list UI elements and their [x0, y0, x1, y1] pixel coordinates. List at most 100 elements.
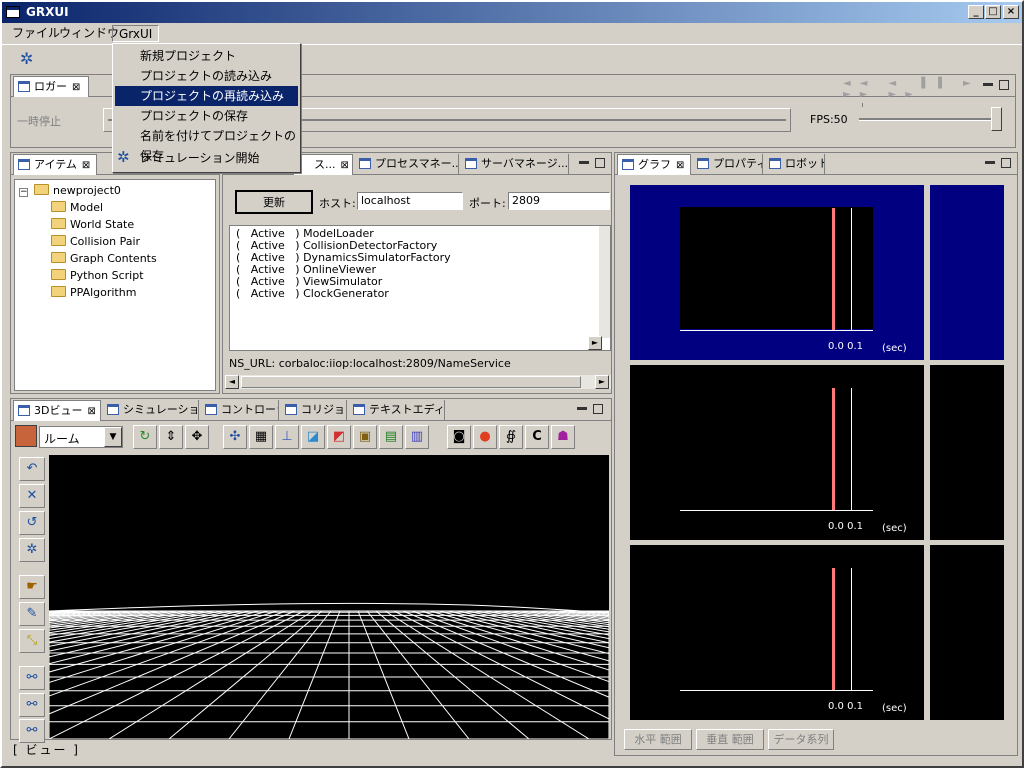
coordinates-icon[interactable]: ⊥	[275, 425, 299, 449]
color-icon[interactable]: ▥	[405, 425, 429, 449]
tree-item-ppalgorithm[interactable]: PPAlgorithm	[51, 284, 136, 301]
tree-item-python-script[interactable]: Python Script	[51, 267, 144, 284]
undo-icon[interactable]: ↶	[19, 457, 45, 481]
host-input[interactable]: localhost	[357, 192, 463, 210]
close-tab-icon[interactable]: ⊠	[87, 406, 95, 417]
minimize-panel-icon[interactable]	[577, 407, 587, 410]
tree-root[interactable]: − newproject0	[19, 182, 121, 199]
tree-item-graph-contents[interactable]: Graph Contents	[51, 250, 157, 267]
joint-icon[interactable]: ∯	[499, 425, 523, 449]
move-icon[interactable]: ✕	[19, 484, 45, 508]
tab-3d-view[interactable]: 3Dビュー ⊠	[13, 400, 101, 421]
rotate-view-icon[interactable]: ↻	[133, 425, 157, 449]
resize-icon[interactable]: ⤡	[19, 629, 45, 653]
close-tab-icon[interactable]: ⊠	[676, 160, 684, 171]
pause-label[interactable]: 一時停止	[17, 113, 61, 129]
collapse-icon[interactable]: −	[19, 188, 28, 197]
tab-robot[interactable]: ロボット	[765, 154, 825, 174]
data-series-button[interactable]: データ系列	[768, 729, 834, 750]
port-input[interactable]: 2809	[508, 192, 610, 210]
close-tab-icon[interactable]: ⊠	[72, 82, 80, 93]
side-view-icon[interactable]: ◩	[327, 425, 351, 449]
tab-server-manager[interactable]: サーバマネージ...	[461, 154, 569, 174]
maximize-button[interactable]: □	[985, 5, 1001, 19]
graph-2-legend[interactable]	[930, 365, 1004, 540]
minimize-panel-icon[interactable]	[985, 161, 995, 164]
menu-item-new-project[interactable]: 新規プロジェクト	[115, 46, 298, 66]
record-icon[interactable]: ●	[473, 425, 497, 449]
menu-item-start-simulation[interactable]: シミュレーション開始	[115, 148, 298, 168]
tab-collision[interactable]: コリジョン	[281, 400, 347, 420]
chevron-down-icon[interactable]: ▼	[104, 427, 122, 447]
tab-simulation[interactable]: シミュレーション	[103, 400, 199, 420]
tab-graph[interactable]: グラフ ⊠	[617, 154, 691, 175]
maximize-panel-icon[interactable]	[595, 158, 605, 168]
list-item[interactable]: ( Active ) ClockGenerator	[236, 288, 389, 300]
close-tab-icon[interactable]: ⊠	[82, 160, 90, 171]
menu-item-load-project[interactable]: プロジェクトの読み込み	[115, 66, 298, 86]
horizontal-range-button[interactable]: 水平 範囲	[624, 729, 692, 750]
minimize-panel-icon[interactable]	[983, 83, 993, 86]
floor-grid-icon[interactable]: ▦	[249, 425, 273, 449]
tab-text-editor[interactable]: テキストエディタ	[349, 400, 445, 420]
axis-icon[interactable]: ✣	[223, 425, 247, 449]
host-label: ホスト:	[319, 197, 356, 210]
wireframe-icon[interactable]: ▤	[379, 425, 403, 449]
zoom-view-icon[interactable]: ⇕	[159, 425, 183, 449]
graph-1[interactable]: 0.0 0.1 (sec)	[630, 185, 924, 360]
c-label-icon[interactable]: C	[525, 425, 549, 449]
edit-icon[interactable]: ✎	[19, 602, 45, 626]
minimize-panel-icon[interactable]	[579, 161, 589, 164]
vertical-range-button[interactable]: 垂直 範囲	[696, 729, 764, 750]
simulation-tool-icon[interactable]: ✲	[20, 49, 33, 68]
tab-process-manager[interactable]: プロセスマネー...	[355, 154, 459, 174]
maximize-panel-icon[interactable]	[1001, 158, 1011, 168]
graph-3-legend[interactable]	[930, 545, 1004, 720]
scrollbar-thumb[interactable]	[241, 376, 581, 388]
graph-2[interactable]: 0.0 0.1 (sec)	[630, 365, 924, 540]
camera-icon[interactable]: ◙	[447, 425, 471, 449]
refresh-button[interactable]: 更新	[235, 190, 313, 214]
link-icon-2[interactable]: ⚯	[19, 693, 45, 717]
graph-3-gridline	[851, 568, 852, 690]
panel-horizontal-scrollbar[interactable]: ◄ ►	[225, 375, 611, 389]
menu-item-reload-project[interactable]: プロジェクトの再読み込み	[115, 86, 298, 106]
link-icon-3[interactable]: ⚯	[19, 719, 45, 743]
robot-icon[interactable]: ☗	[551, 425, 575, 449]
close-tab-icon[interactable]: ⊠	[341, 160, 349, 171]
scroll-right-icon[interactable]: ►	[595, 375, 609, 389]
list-vertical-scrollbar[interactable]	[598, 226, 610, 338]
tree-item-collision-pair[interactable]: Collision Pair	[51, 233, 140, 250]
minimize-button[interactable]: _	[968, 5, 984, 19]
playback-controls[interactable]: ◄◄ ◄ ▐▐ ► ►► ►►	[843, 78, 1015, 100]
graph-1-legend[interactable]	[930, 185, 1004, 360]
tab-logger[interactable]: ロガー ⊠	[13, 76, 89, 97]
tab-name-server[interactable]: ス... ⊠	[293, 154, 353, 175]
maximize-panel-icon[interactable]	[593, 404, 603, 414]
link-icon-1[interactable]: ⚯	[19, 666, 45, 690]
menu-item-save-project-as[interactable]: 名前を付けてプロジェクトの保存	[115, 126, 298, 163]
graph-3[interactable]: 0.0 0.1 (sec)	[630, 545, 924, 720]
tab-item[interactable]: アイテム ⊠	[13, 154, 97, 175]
pick-icon[interactable]: ☛	[19, 575, 45, 599]
scroll-right-icon[interactable]: ►	[588, 336, 602, 350]
front-view-icon[interactable]: ◪	[301, 425, 325, 449]
fps-slider-thumb[interactable]	[991, 107, 1002, 131]
close-button[interactable]: ×	[1003, 5, 1019, 19]
view-mode-select[interactable]: ルーム ▼	[39, 426, 123, 448]
gear-icon[interactable]: ✲	[19, 538, 45, 562]
rotate-tool-icon[interactable]: ↺	[19, 511, 45, 535]
tab-controller[interactable]: コントローラ	[201, 400, 279, 420]
maximize-panel-icon[interactable]	[999, 80, 1009, 90]
menu-grxui[interactable]: GrxUI	[112, 25, 160, 42]
tab-properties[interactable]: プロパティ	[693, 154, 763, 174]
box-view-icon[interactable]: ▣	[353, 425, 377, 449]
3d-viewport[interactable]	[49, 455, 609, 739]
graph-panel: グラフ⊠ プロパティ ロボット 0.0 0.1 (sec) 0.0 0.1 (	[614, 152, 1018, 756]
tree-item-world-state[interactable]: World State	[51, 216, 134, 233]
tree-item-model[interactable]: Model	[51, 199, 103, 216]
pan-view-icon[interactable]: ✥	[185, 425, 209, 449]
fps-slider[interactable]	[859, 118, 1001, 121]
scroll-left-icon[interactable]: ◄	[225, 375, 239, 389]
menu-item-save-project[interactable]: プロジェクトの保存	[115, 106, 298, 126]
